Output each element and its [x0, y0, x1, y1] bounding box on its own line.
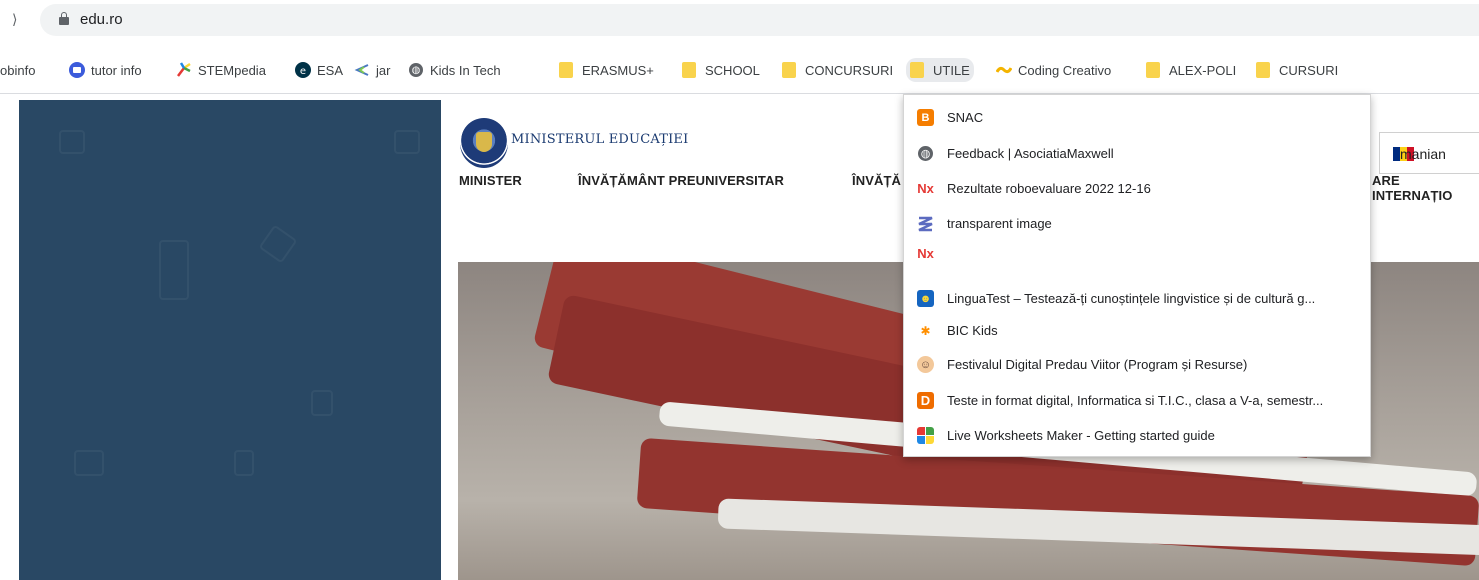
bookmark-jar[interactable]: jar — [354, 59, 390, 81]
nav-invatamant-superior[interactable]: ÎNVĂȚĂ — [852, 173, 901, 188]
bookmark-school[interactable]: SCHOOL — [682, 59, 760, 81]
folder-icon — [682, 62, 696, 78]
bookmark-label: ERASMUS+ — [582, 62, 654, 78]
menu-item-label: Feedback | AsociatiaMaxwell — [947, 146, 1114, 161]
tutor-info-icon — [69, 62, 85, 78]
menu-item-transparent-image[interactable]: transparent image — [904, 210, 1370, 238]
bookmark-alex-poli[interactable]: ALEX-POLI — [1146, 59, 1236, 81]
decor-trash-icon — [311, 390, 333, 416]
globe-icon: ◍ — [409, 63, 423, 77]
decor-eraser-icon — [258, 224, 298, 264]
bookmark-label: SCHOOL — [705, 62, 760, 78]
decor-calculator-icon — [159, 240, 189, 300]
menu-item-festivalul[interactable]: ☺ Festivalul Digital Predau Viitor (Prog… — [904, 351, 1370, 379]
bookmark-label: tutor info — [91, 62, 142, 78]
menu-item-bic-kids[interactable]: ✱ BIC Kids — [904, 317, 1370, 345]
ministry-crest-icon[interactable] — [460, 118, 508, 168]
utile-folder-menu: B SNAC ◍ Feedback | AsociatiaMaxwell Nx … — [903, 94, 1371, 457]
nav-minister[interactable]: MINISTER — [459, 173, 522, 188]
globe-icon: ◍ — [918, 146, 933, 161]
menu-item-label: Teste in format digital, Informatica si … — [947, 393, 1324, 408]
bookmark-coding-creativo[interactable]: Coding Creativo — [996, 59, 1111, 81]
nx-icon: Nx — [917, 246, 934, 261]
menu-item-label: BIC Kids — [947, 323, 998, 338]
bookmark-label: ESA — [317, 62, 344, 78]
stempedia-icon — [177, 62, 191, 77]
decor-monitor-icon — [59, 130, 85, 154]
language-selector[interactable]: manian — [1379, 132, 1479, 174]
bookmark-label: obinfo — [0, 62, 36, 78]
bookmark-cursuri[interactable]: CURSURI — [1256, 59, 1338, 81]
menu-item-snac[interactable]: B SNAC — [904, 104, 1370, 132]
folder-icon — [559, 62, 573, 78]
bookmark-esa[interactable]: e ESA — [295, 59, 343, 81]
ministry-name[interactable]: MINISTERUL EDUCAȚIEI — [511, 132, 688, 147]
menu-item-teste-digital[interactable]: D Teste in format digital, Informatica s… — [904, 387, 1370, 415]
menu-item-label: transparent image — [947, 216, 1052, 231]
bookmarks-bar: obinfo tutor info STEMpedia e ESA jar ◍ … — [0, 40, 1479, 94]
menu-item-label: Festivalul Digital Predau Viitor (Progra… — [947, 357, 1248, 372]
bookmark-label: Kids In Tech — [430, 62, 501, 78]
nx-icon: Nx — [917, 181, 934, 196]
bookmark-label: UTILE — [933, 62, 970, 78]
avatar-icon: ☺ — [917, 356, 934, 373]
bookmark-label: CURSURI — [1279, 62, 1339, 78]
browser-window: ⟩ edu.ro obinfo tutor info STEMpedia e E… — [0, 0, 1479, 580]
menu-item-feedback[interactable]: ◍ Feedback | AsociatiaMaxwell — [904, 140, 1370, 168]
decor-shape-icon — [74, 450, 104, 476]
forward-button[interactable]: ⟩ — [12, 11, 17, 28]
address-bar-row: ⟩ edu.ro — [0, 0, 1479, 40]
bookmark-label: Coding Creativo — [1018, 62, 1112, 78]
bookmark-kids-in-tech[interactable]: ◍ Kids In Tech — [409, 59, 501, 81]
decor-lock-icon — [234, 450, 254, 476]
bic-kids-icon: ✱ — [920, 323, 931, 338]
menu-item-untitled[interactable]: Nx — [904, 240, 1370, 268]
esa-icon: e — [295, 62, 311, 78]
menu-item-label: LinguaTest – Testează-ți cunoștințele li… — [947, 291, 1316, 306]
nav-relatii-internationale[interactable]: ARE INTERNAȚIO — [1372, 173, 1479, 203]
blogger-icon: B — [917, 109, 934, 126]
menu-item-label: Rezultate roboevaluare 2022 12-16 — [947, 181, 1151, 196]
left-background-panel — [19, 100, 441, 580]
linguatest-icon: ☻ — [917, 290, 934, 307]
menu-item-label: SNAC — [947, 110, 984, 125]
stripes-icon — [918, 216, 933, 232]
nav-invatamant-preuniversitar[interactable]: ÎNVĂȚĂMÂNT PREUNIVERSITAR — [578, 173, 784, 188]
bookmark-label: STEMpedia — [198, 62, 266, 78]
menu-item-live-worksheets[interactable]: Live Worksheets Maker - Getting started … — [904, 422, 1370, 450]
liveworksheets-icon — [917, 427, 934, 444]
language-label: manian — [1400, 146, 1446, 162]
coding-creativo-icon — [996, 66, 1012, 74]
bookmark-erasmus[interactable]: ERASMUS+ — [559, 59, 654, 81]
folder-icon — [1146, 62, 1160, 78]
decor-monitor-icon — [394, 130, 420, 154]
menu-item-label: Live Worksheets Maker - Getting started … — [947, 428, 1215, 443]
bookmark-label: CONCURSURI — [805, 62, 894, 78]
menu-item-linguatest[interactable]: ☻ LinguaTest – Testează-ți cunoștințele … — [904, 285, 1370, 313]
bookmark-label: jar — [376, 62, 391, 78]
bookmark-stempedia[interactable]: STEMpedia — [176, 59, 266, 81]
bookmark-obinfo[interactable]: obinfo — [0, 59, 35, 81]
folder-icon — [910, 62, 924, 78]
svg-text:e: e — [300, 66, 306, 77]
bookmark-label: ALEX-POLI — [1169, 62, 1237, 78]
folder-icon — [782, 62, 796, 78]
omnibox[interactable] — [40, 4, 1479, 36]
menu-item-rezultate[interactable]: Nx Rezultate roboevaluare 2022 12-16 — [904, 175, 1370, 203]
bookmark-tutor-info[interactable]: tutor info — [69, 59, 142, 81]
url-text[interactable]: edu.ro — [80, 11, 123, 28]
jar-icon — [354, 64, 369, 76]
folder-icon — [1256, 62, 1270, 78]
bookmark-concursuri[interactable]: CONCURSURI — [782, 59, 893, 81]
bookmark-utile[interactable]: UTILE — [906, 58, 974, 82]
lock-icon[interactable] — [59, 12, 69, 25]
d-letter-icon: D — [917, 392, 934, 409]
